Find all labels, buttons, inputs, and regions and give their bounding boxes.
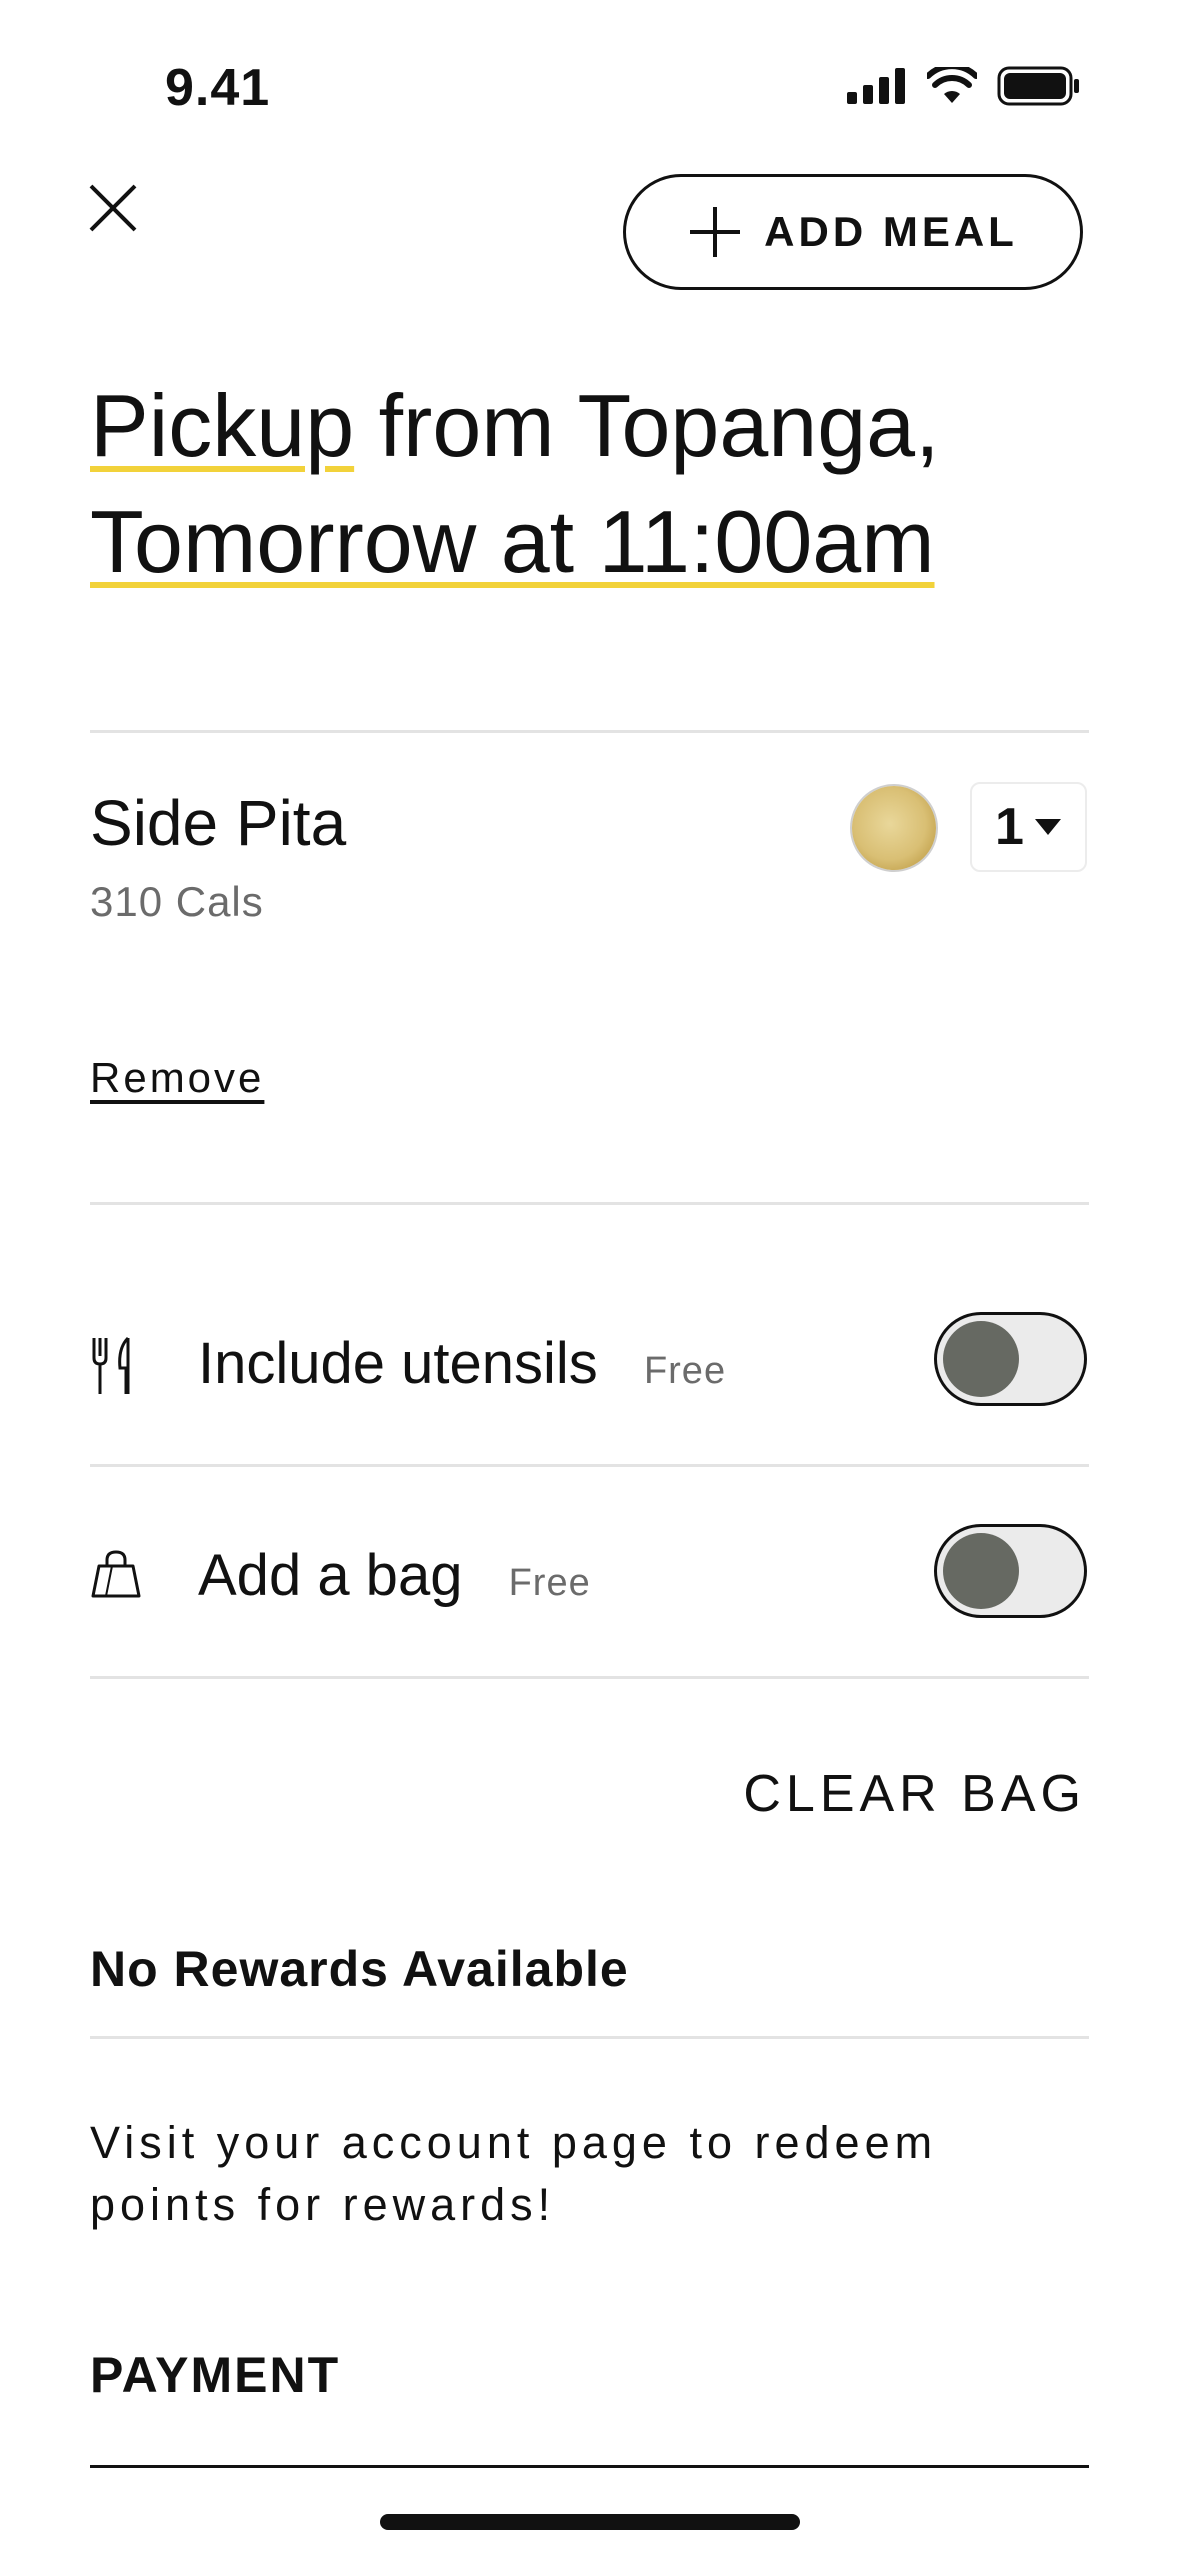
quantity-value: 1 xyxy=(995,798,1024,856)
quantity-select[interactable]: 1 xyxy=(970,782,1087,872)
add-bag-label: Add a bag xyxy=(198,1543,463,1608)
divider xyxy=(90,1676,1089,1679)
add-bag-toggle[interactable] xyxy=(934,1524,1087,1618)
item-calories: 310 Cals xyxy=(90,878,264,925)
add-bag-row: Add a bag Free xyxy=(198,1542,591,1609)
divider xyxy=(90,1202,1089,1205)
cellular-signal-icon xyxy=(847,68,905,104)
add-meal-label: ADD MEAL xyxy=(764,208,1018,255)
battery-icon xyxy=(997,66,1079,106)
pickup-type-link[interactable]: Pickup xyxy=(90,376,354,475)
plus-icon xyxy=(690,207,741,257)
pickup-title[interactable]: Pickup from Topanga, Tomorrow at 11:00am xyxy=(90,368,1110,600)
status-icons xyxy=(847,66,1081,106)
home-indicator[interactable] xyxy=(380,2514,800,2530)
caret-down-icon xyxy=(1034,819,1061,835)
toggle-knob xyxy=(943,1533,1019,1609)
add-meal-button[interactable]: ADD MEAL xyxy=(623,174,1083,290)
bag-icon xyxy=(90,1548,141,1608)
bag-price: Free xyxy=(508,1562,591,1604)
include-utensils-toggle[interactable] xyxy=(934,1312,1087,1406)
pickup-time-link[interactable]: Tomorrow at 11:00am xyxy=(90,492,935,591)
payment-divider xyxy=(90,2465,1089,2468)
divider xyxy=(90,2036,1089,2039)
close-button[interactable] xyxy=(85,180,141,236)
utensils-price: Free xyxy=(643,1350,727,1392)
item-thumbnail xyxy=(852,786,936,870)
divider xyxy=(90,730,1089,733)
include-utensils-row: Include utensils Free xyxy=(198,1330,726,1397)
item-name: Side Pita xyxy=(90,787,347,859)
include-utensils-label: Include utensils xyxy=(198,1331,598,1396)
rewards-info-text: Visit your account page to redeem points… xyxy=(90,2117,938,2230)
toggle-knob xyxy=(943,1321,1019,1397)
close-icon xyxy=(89,184,137,232)
pickup-location-text: from Topanga, xyxy=(354,376,940,475)
remove-item-link[interactable]: Remove xyxy=(90,1054,264,1102)
status-time: 9.41 xyxy=(165,59,271,117)
utensils-icon xyxy=(90,1336,138,1396)
rewards-title: No Rewards Available xyxy=(90,1941,629,1997)
wifi-icon xyxy=(927,67,977,103)
clear-bag-button[interactable]: CLEAR BAG xyxy=(743,1764,1086,1824)
payment-title: PAYMENT xyxy=(90,2347,341,2403)
divider xyxy=(90,1464,1089,1467)
